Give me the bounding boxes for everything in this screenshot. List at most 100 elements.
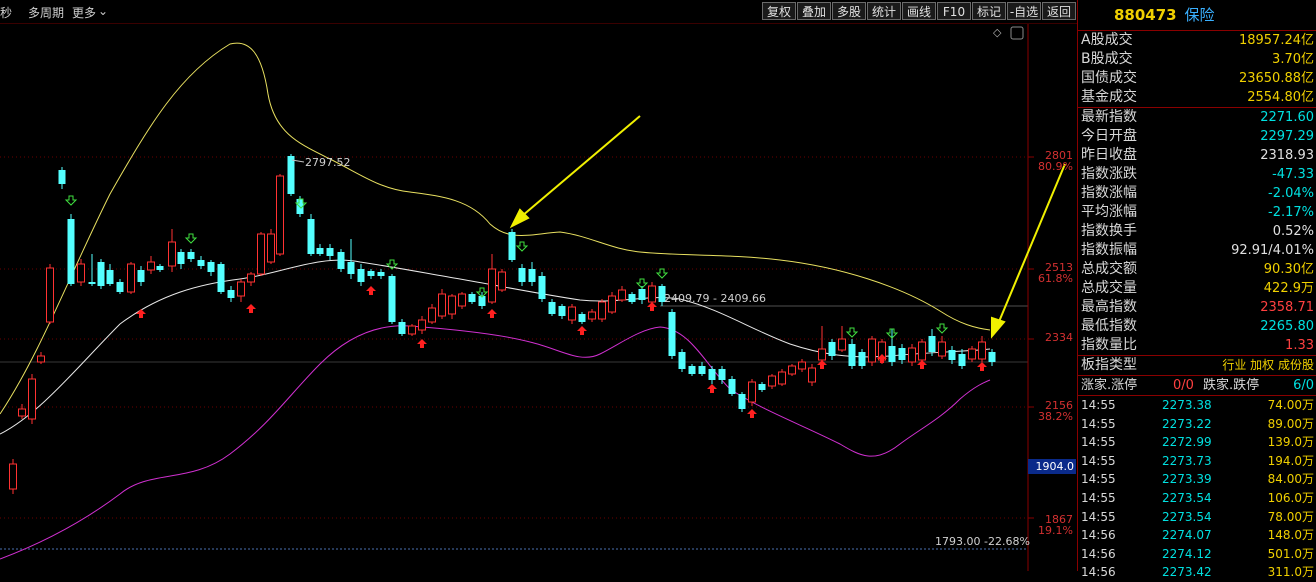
candle-body [808, 367, 816, 383]
tick-price: 2274.07 [1162, 528, 1212, 543]
candle-body [578, 314, 586, 322]
tick-volume: 148.0万 [1267, 528, 1314, 543]
candle-body [848, 344, 856, 366]
candle-body [127, 263, 135, 293]
back-button[interactable]: 返回 [1042, 2, 1076, 20]
candle-body [116, 282, 124, 292]
tick-volume: 311.0万 [1267, 565, 1314, 580]
buy-signal-icon [977, 362, 987, 371]
volumes-label: B股成交 [1081, 51, 1133, 67]
tick-row: 14:55 2272.99 139.0万 [1078, 433, 1316, 452]
kline-chart-canvas[interactable]: ◇ [0, 24, 1077, 571]
stats-label: 指数量比 [1081, 337, 1137, 353]
stats-label: 昨日收盘 [1081, 147, 1137, 163]
statistics-button[interactable]: 统计 [867, 2, 901, 20]
candle-body [898, 348, 906, 360]
sell-signal-icon [64, 195, 78, 206]
candle-body [918, 341, 926, 361]
buy-signal-icon [707, 384, 717, 393]
stats-row: 平均涨幅 -2.17% [1078, 203, 1316, 222]
buy-signal-icon [417, 339, 427, 348]
sell-signal-icon [845, 327, 859, 338]
candle-body [928, 336, 936, 352]
mark-button[interactable]: 标记 [972, 2, 1006, 20]
stats-value: 0.52% [1272, 224, 1314, 239]
watchlist-button[interactable]: -自选 [1007, 2, 1041, 20]
kline-chart[interactable]: ◇ 2797.52 2409.79 - 2409.66 1793.00 -22.… [0, 24, 1077, 571]
sell-signal-icon [515, 241, 529, 252]
candle-body [357, 269, 365, 282]
candle-body [97, 262, 105, 286]
toolbar-item-multi-period[interactable]: 多周期 [28, 4, 64, 21]
candle-body [678, 352, 686, 369]
stats-value: 2271.60 [1260, 110, 1314, 125]
more-chevron-icon[interactable]: ⌄ [98, 4, 108, 18]
stats-row: 最高指数 2358.71 [1078, 298, 1316, 317]
volumes-value: 2554.80亿 [1247, 90, 1314, 105]
candle-body [788, 365, 796, 375]
upper-band-line [0, 42, 991, 415]
tick-price: 2273.42 [1162, 565, 1212, 580]
candle-body [538, 276, 546, 299]
tick-volume: 194.0万 [1267, 453, 1314, 468]
market-volume-section: A股成交 18957.24亿 B股成交 3.70亿 国债成交 23650.88亿 基金成交 2… [1078, 31, 1316, 108]
toolbar-item-more[interactable]: 更多 [72, 4, 96, 21]
candle-body [9, 463, 17, 490]
tick-price: 2273.38 [1162, 398, 1212, 412]
axis-label-2334: 2334 [1045, 331, 1073, 344]
tick-time: 14:55 [1081, 435, 1116, 450]
stats-value: 2318.93 [1260, 148, 1314, 163]
index-stats-section: 最新指数 2271.60 今日开盘 2297.29 昨日收盘 2318.93 指数涨跌 -47… [1078, 108, 1316, 356]
buy-signal-icon [246, 304, 256, 313]
overlay-button[interactable]: 叠加 [797, 2, 831, 20]
buy-signal-icon [817, 360, 827, 369]
tick-time: 14:55 [1081, 490, 1116, 505]
candle-body [938, 341, 946, 357]
candle-body [978, 341, 986, 360]
tick-time: 14:56 [1081, 528, 1116, 543]
tick-price: 2273.22 [1162, 416, 1212, 431]
f10-button[interactable]: F10 [937, 2, 971, 20]
high-price-label: 2797.52 [305, 156, 351, 169]
axis-label-1867: 1867 19.1% [1038, 513, 1073, 537]
candle-body [237, 281, 245, 297]
candle-body [337, 252, 345, 269]
candle-body [818, 348, 826, 361]
stats-label: 最新指数 [1081, 109, 1137, 125]
tick-list[interactable]: 14:55 2273.38 74.00万 14:55 2273.22 89.00万 14:5… [1078, 396, 1316, 582]
volumes-value: 23650.88亿 [1238, 71, 1314, 86]
stats-row: 指数振幅 92.91/4.01% [1078, 241, 1316, 260]
candle-body [287, 156, 295, 194]
candle-body [748, 381, 756, 403]
candle-body [448, 295, 456, 315]
candle-body [367, 271, 375, 276]
stats-label: 指数涨幅 [1081, 185, 1137, 201]
sell-signal-icon [935, 323, 949, 334]
tick-volume: 74.00万 [1267, 398, 1314, 412]
toolbar-item-seconds[interactable]: 秒 [0, 4, 12, 21]
candle-body [267, 233, 275, 263]
tick-time: 14:55 [1081, 453, 1116, 468]
multi-stock-button[interactable]: 多股 [832, 2, 866, 20]
rights-adjust-button[interactable]: 复权 [762, 2, 796, 20]
volumes-row: 国债成交 23650.88亿 [1078, 69, 1316, 88]
stats-label: 总成交额 [1081, 261, 1137, 277]
candle-body [768, 375, 776, 387]
candle-body [388, 276, 396, 322]
stats-label: 今日开盘 [1081, 128, 1137, 144]
mid-price-label: 2409.79 - 2409.66 [664, 292, 766, 305]
candle-body [718, 369, 726, 380]
diamond-icon: ◇ [993, 26, 1002, 39]
stats-row: 昨日收盘 2318.93 [1078, 146, 1316, 165]
axis-label-2156: 2156 38.2% [1038, 399, 1073, 423]
candle-body [37, 355, 45, 363]
stats-label: 指数振幅 [1081, 242, 1137, 258]
candle-body [28, 378, 36, 420]
low-price-label: 1793.00 -22.68% [935, 535, 1030, 548]
tick-row: 14:55 2273.54 106.0万 [1078, 489, 1316, 508]
stats-label: 最高指数 [1081, 299, 1137, 315]
index-type-values[interactable]: 行业 加权 成份股 [1222, 356, 1314, 375]
index-name: 保险 [1184, 6, 1215, 24]
draw-line-button[interactable]: 画线 [902, 2, 936, 20]
candle-body [518, 268, 526, 282]
